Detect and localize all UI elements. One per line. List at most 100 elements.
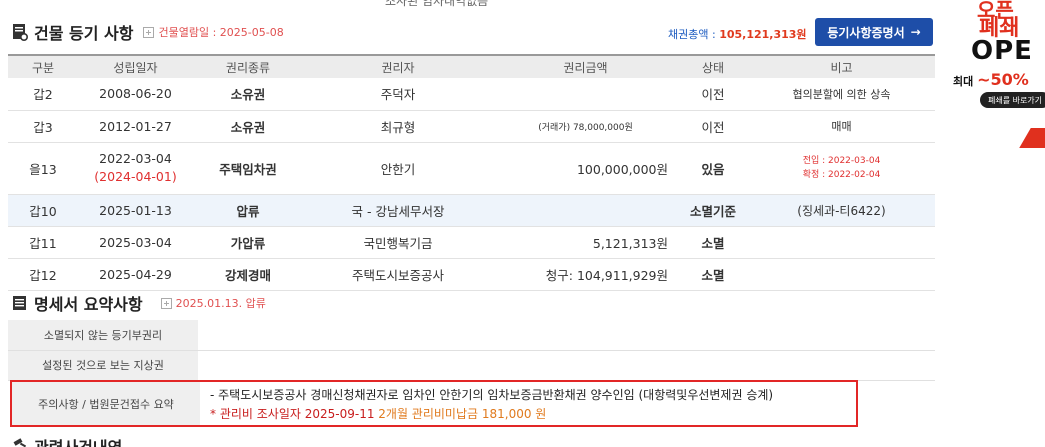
registry-table: 구분 성립일자 권리종류 권리자 권리금액 상태 비고 갑2 2008-06-2… (8, 54, 935, 291)
summary-header: 명세서 요약사항 2025.01.13. 압류 (12, 291, 266, 315)
header-cell: 구분 (8, 54, 78, 78)
cell-note: 매매 (748, 110, 935, 143)
ad-line-4a: 최대 (953, 75, 978, 88)
header-cell: 상태 (678, 54, 748, 78)
cell-date: 2012-01-27 (78, 110, 193, 143)
cell-gubun: 갑11 (8, 226, 78, 259)
ad-button[interactable]: 폐쇄를 바로가기 (980, 92, 1045, 108)
cell-status: 소멸 (678, 258, 748, 291)
cell-gubun: 갑3 (8, 110, 78, 143)
header-cell: 성립일자 (78, 54, 193, 78)
section-title: 관련사건내역 (34, 434, 122, 447)
expand-icon[interactable] (160, 297, 172, 309)
debt-value: 105,121,313원 (719, 28, 807, 41)
section-title: 명세서 요약사항 (34, 295, 143, 314)
cell-amount: (거래가) 78,000,000원 (493, 110, 678, 143)
note-move-in: 전입 : 2022-03-04 (802, 156, 881, 166)
caution-line-1: - 주택도시보증공사 경매신청채권자로 임차인 안한기의 임차보증금반환채권 양… (210, 388, 774, 402)
summary-table: 소멸되지 않는 등기부권리 설정된 것으로 보는 지상권 (8, 320, 935, 381)
cell-note: (징세과-티6422) (748, 194, 935, 227)
cell-kind: 주택임차권 (193, 142, 303, 195)
cell-holder: 최규형 (303, 110, 493, 143)
date-main: 2022-03-04 (99, 151, 172, 166)
ad-line-4b: ~50% (977, 70, 1029, 89)
summary-value (198, 320, 935, 351)
gavel-icon (12, 437, 28, 447)
ad-line-3: OPE (971, 36, 1033, 66)
cell-amount: 청구: 104,911,929원 (493, 258, 678, 291)
cell-note (748, 226, 935, 259)
cell-amount (493, 194, 678, 227)
ad-line-4: 최대 ~50% (953, 70, 1029, 89)
summary-label: 설정된 것으로 보는 지상권 (8, 350, 198, 381)
note-confirm: 확정 : 2022-02-04 (802, 170, 881, 180)
caution-text: - 주택도시보증공사 경매신청채권자로 임차인 안한기의 임차보증금반환채권 양… (200, 382, 783, 425)
summary-row: 소멸되지 않는 등기부권리 (8, 320, 935, 351)
summary-sub: 2025.01.13. 압류 (175, 297, 266, 310)
document-icon (12, 23, 29, 42)
header-cell: 비고 (748, 54, 935, 78)
cell-date: 2022-03-04 (2024-04-01) (78, 142, 193, 195)
cell-status: 있음 (678, 142, 748, 195)
page: 조사된 임차내역없음 건물 등기 사항 건물열람일 : 2025-05-08 채… (0, 0, 1045, 447)
list-icon (12, 294, 28, 312)
caution-label: 주의사항 / 법원문건접수 요약 (12, 382, 200, 425)
certificate-button-label: 등기사항증명서 (827, 25, 905, 40)
certificate-button[interactable]: 등기사항증명서 → (815, 18, 933, 46)
cell-date: 2025-01-13 (78, 194, 193, 227)
cell-date: 2008-06-20 (78, 78, 193, 111)
cell-kind: 소유권 (193, 110, 303, 143)
cell-holder: 주덕자 (303, 78, 493, 111)
cell-note (748, 258, 935, 291)
debt-label: 채권총액 : (668, 28, 720, 41)
cell-gubun: 을13 (8, 142, 78, 195)
table-row: 갑3 2012-01-27 소유권 최규형 (거래가) 78,000,000원 … (8, 110, 935, 143)
building-registry-header: 건물 등기 사항 건물열람일 : 2025-05-08 (12, 20, 284, 44)
cell-note: 전입 : 2022-03-04 확정 : 2022-02-04 (748, 142, 935, 195)
table-row: 을13 2022-03-04 (2024-04-01) 주택임차권 안한기 10… (8, 142, 935, 195)
caution-line-2b: 2개월 관리비미납금 181,000 원 (378, 407, 547, 421)
related-cases-header: 관련사건내역 (12, 434, 122, 447)
caution-box: 주의사항 / 법원문건접수 요약 - 주택도시보증공사 경매신청채권자로 임차인… (10, 380, 858, 427)
cell-holder: 국민행복기금 (303, 226, 493, 259)
cell-kind: 강제경매 (193, 258, 303, 291)
cell-amount (493, 78, 678, 111)
header-cell: 권리종류 (193, 54, 303, 78)
cell-kind: 가압류 (193, 226, 303, 259)
summary-value (198, 350, 935, 381)
section-title: 건물 등기 사항 (34, 24, 134, 43)
cell-kind: 압류 (193, 194, 303, 227)
cell-status: 소멸 (678, 226, 748, 259)
ad-banner[interactable]: 오픈 폐쇄 OPE 최대 ~50% 폐쇄를 바로가기 (945, 0, 1045, 150)
ad-decoration (1019, 128, 1045, 148)
table-row: 갑12 2025-04-29 강제경매 주택도시보증공사 청구: 104,911… (8, 258, 935, 291)
cell-holder: 주택도시보증공사 (303, 258, 493, 291)
cell-kind: 소유권 (193, 78, 303, 111)
caution-line-2a: * 관리비 조사일자 2025-09-11 (210, 407, 379, 421)
cell-gubun: 갑12 (8, 258, 78, 291)
summary-row: 설정된 것으로 보는 지상권 (8, 350, 935, 381)
date-sub: (2024-04-01) (94, 169, 177, 184)
view-date: 건물열람일 : 2025-05-08 (158, 26, 284, 39)
table-row: 갑11 2025-03-04 가압류 국민행복기금 5,121,313원 소멸 (8, 226, 935, 259)
table-row: 갑10 2025-01-13 압류 국 - 강남세무서장 소멸기준 (징세과-티… (8, 194, 935, 227)
header-cell: 권리자 (303, 54, 493, 78)
cell-status: 이전 (678, 110, 748, 143)
cell-date: 2025-03-04 (78, 226, 193, 259)
header-cell: 권리금액 (493, 54, 678, 78)
arrow-right-icon: → (910, 25, 921, 39)
cell-note: 협의분할에 의한 상속 (748, 78, 935, 111)
top-cut-text: 조사된 임차내역없음 (385, 0, 489, 8)
expand-icon[interactable] (143, 26, 155, 38)
cell-holder: 국 - 강남세무서장 (303, 194, 493, 227)
table-header-row: 구분 성립일자 권리종류 권리자 권리금액 상태 비고 (8, 54, 935, 78)
cell-date: 2025-04-29 (78, 258, 193, 291)
cell-gubun: 갑2 (8, 78, 78, 111)
summary-label: 소멸되지 않는 등기부권리 (8, 320, 198, 351)
cell-gubun: 갑10 (8, 194, 78, 227)
cell-amount: 5,121,313원 (493, 226, 678, 259)
total-debt: 채권총액 : 105,121,313원 (668, 26, 807, 42)
cell-status: 이전 (678, 78, 748, 111)
caution-line-2: * 관리비 조사일자 2025-09-11 2개월 관리비미납금 181,000… (210, 405, 773, 424)
table-row: 갑2 2008-06-20 소유권 주덕자 이전 협의분할에 의한 상속 (8, 78, 935, 111)
